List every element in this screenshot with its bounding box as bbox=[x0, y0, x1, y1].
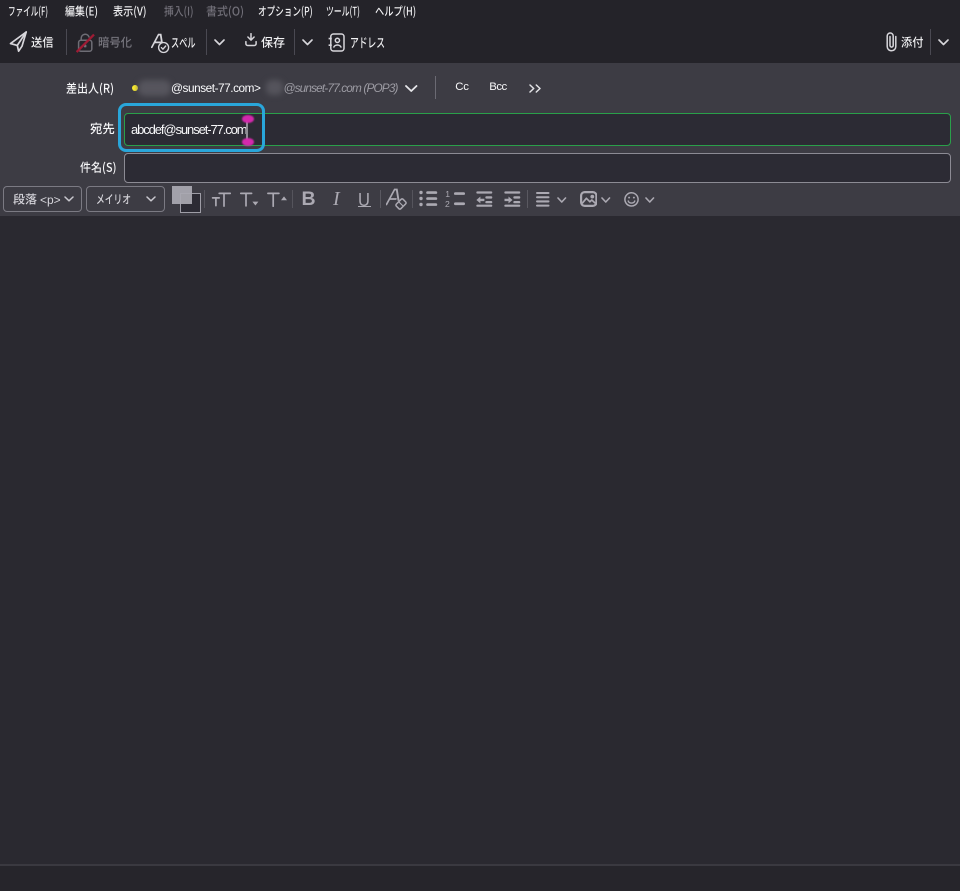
svg-text:2: 2 bbox=[445, 199, 450, 208]
svg-text:1: 1 bbox=[445, 189, 450, 199]
